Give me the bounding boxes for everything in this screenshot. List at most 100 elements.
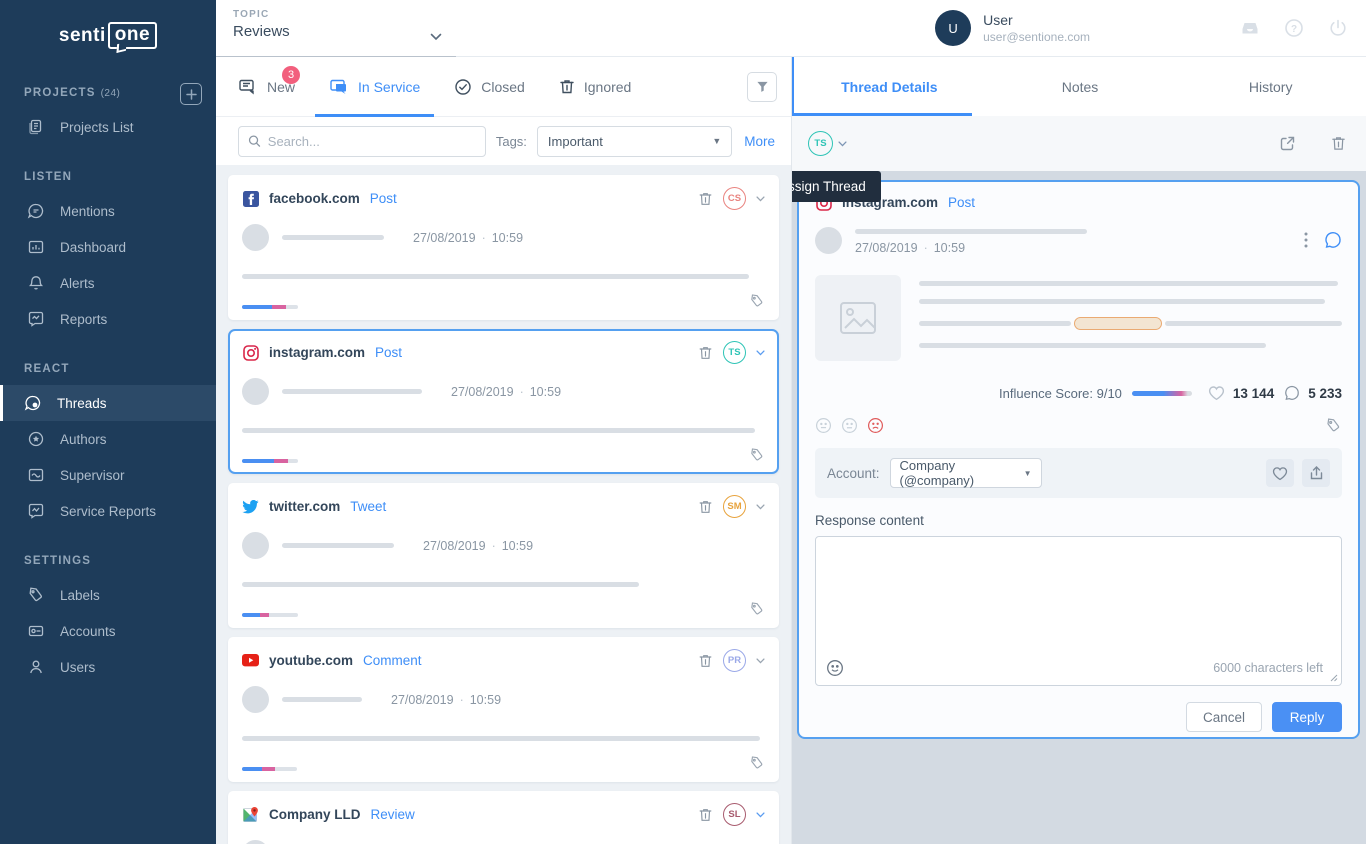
thread-type-link[interactable]: Post [948,195,975,210]
sentiment-positive-icon[interactable] [815,417,832,434]
tags-select[interactable]: Important ▼ [537,126,732,157]
user-avatar[interactable]: U [935,10,971,46]
chevron-down-icon[interactable] [756,196,765,202]
user-email: user@sentione.com [983,30,1090,44]
thread-card-maps[interactable]: Company LLD Review SL [228,791,779,844]
sidebar-item-dashboard[interactable]: Dashboard [0,229,216,265]
topic-dropdown[interactable]: TOPIC Reviews [216,0,456,57]
like-action-button[interactable] [1266,459,1294,487]
sidebar-item-authors[interactable]: Authors [0,421,216,457]
sidebar-item-reports[interactable]: Reports [0,301,216,337]
tag-icon[interactable] [1325,417,1342,434]
tab-new[interactable]: New 3 [238,57,295,117]
thread-card-instagram[interactable]: instagram.com Post TS [228,329,779,474]
assignee-avatar[interactable]: PR [723,649,746,672]
tab-notes[interactable]: Notes [985,57,1176,116]
tab-ignored[interactable]: Ignored [559,57,631,117]
chevron-down-icon[interactable] [756,350,765,356]
assign-thread-avatar[interactable]: TS [808,131,833,156]
sidebar-item-label: Service Reports [60,504,156,519]
alerts-icon [27,274,45,292]
thread-source: Company LLD [269,807,361,822]
tag-icon[interactable] [749,447,765,463]
author-name-placeholder [282,389,422,394]
reply-button[interactable]: Reply [1272,702,1342,732]
comment-bubble-icon[interactable] [1324,231,1342,249]
sidebar-item-label: Mentions [60,204,115,219]
thread-type-link[interactable]: Review [371,807,415,822]
author-name-placeholder [282,235,384,240]
assignee-avatar[interactable]: SL [723,803,746,826]
share-action-button[interactable] [1302,459,1330,487]
thread-type-link[interactable]: Post [370,191,397,206]
detail-content: Assign Thread instagram.com Post [792,171,1366,844]
sidebar-item-users[interactable]: Users [0,649,216,685]
plus-icon [186,89,197,100]
resize-handle[interactable] [1330,674,1338,682]
trash-icon[interactable] [698,499,713,515]
assignee-avatar[interactable]: CS [723,187,746,210]
assignee-avatar[interactable]: TS [723,341,746,364]
thread-type-link[interactable]: Comment [363,653,422,668]
sidebar-item-label: Projects List [60,120,134,135]
thread-card-twitter[interactable]: twitter.com Tweet SM [228,483,779,628]
open-external-icon[interactable] [1279,135,1296,152]
chevron-down-icon[interactable] [756,812,765,818]
chevron-down-icon[interactable] [756,504,765,510]
tab-history[interactable]: History [1175,57,1366,116]
filter-button[interactable] [747,72,777,102]
sidebar-item-alerts[interactable]: Alerts [0,265,216,301]
sidebar-item-labels[interactable]: Labels [0,577,216,613]
user-menu[interactable]: U User user@sentione.com [935,10,1090,46]
sidebar-item-accounts[interactable]: Accounts [0,613,216,649]
trash-icon[interactable] [698,807,713,823]
trash-icon[interactable] [698,345,713,361]
comments-metric: 5 233 [1284,385,1342,401]
tag-icon[interactable] [749,601,765,617]
topic-value: Reviews [233,23,456,40]
thread-type-link[interactable]: Tweet [350,499,386,514]
logout-icon[interactable] [1328,18,1348,38]
sidebar-item-service-reports[interactable]: Service Reports [0,493,216,529]
help-icon[interactable]: ? [1284,18,1304,38]
tag-icon[interactable] [749,293,765,309]
closed-icon [454,78,472,96]
sidebar-item-threads[interactable]: Threads [0,385,216,421]
inbox-icon[interactable] [1240,18,1260,38]
sidebar-item-mentions[interactable]: Mentions [0,193,216,229]
sentiment-neutral-icon[interactable] [841,417,858,434]
tab-thread-details[interactable]: Thread Details [794,57,985,116]
likes-count: 13 144 [1233,386,1274,401]
trash-icon[interactable] [1331,135,1346,152]
assignee-avatar[interactable]: SM [723,495,746,518]
heart-icon [1208,385,1225,401]
sidebar-item-supervisor[interactable]: Supervisor [0,457,216,493]
tab-closed[interactable]: Closed [454,57,525,117]
search-input[interactable] [268,134,476,149]
thread-type-link[interactable]: Post [375,345,402,360]
trash-icon[interactable] [698,653,713,669]
tab-in-service[interactable]: In Service [329,57,420,117]
accounts-icon [27,622,45,640]
chevron-down-icon[interactable] [756,658,765,664]
cancel-button[interactable]: Cancel [1186,702,1262,732]
thread-card-youtube[interactable]: youtube.com Comment PR [228,637,779,782]
emoji-picker-icon[interactable] [826,659,844,677]
search-box[interactable] [238,126,486,157]
svg-text:?: ? [1291,24,1297,35]
thread-card-facebook[interactable]: facebook.com Post CS [228,175,779,320]
chevron-down-icon[interactable] [838,141,847,147]
tag-icon[interactable] [749,755,765,771]
sidebar-item-projects-list[interactable]: Projects List [0,109,216,145]
trash-icon[interactable] [698,191,713,207]
metrics-row: Influence Score: 9/10 13 144 [815,385,1342,401]
content-placeholder [919,299,1325,304]
account-select[interactable]: Company (@company) ▼ [890,458,1042,488]
more-filters-link[interactable]: More [744,134,775,149]
user-name: User [983,12,1090,28]
sentiment-negative-icon[interactable] [867,417,884,434]
add-project-button[interactable] [180,83,202,105]
comment-count-icon [1284,385,1300,401]
more-options-icon[interactable] [1304,232,1308,248]
dashboard-icon [27,238,45,256]
